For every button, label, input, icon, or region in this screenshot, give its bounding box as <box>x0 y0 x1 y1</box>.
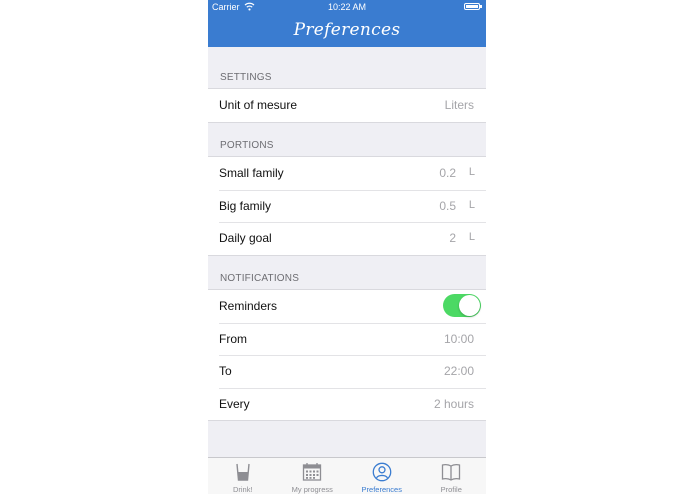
tab-preferences-label: Preferences <box>361 485 402 494</box>
every-row[interactable]: Every 2 hours <box>208 387 486 421</box>
battery-icon <box>464 3 482 10</box>
settings-section-header: SETTINGS <box>220 72 272 83</box>
tab-my-progress-label: My progress <box>291 485 333 494</box>
every-value: 2 hours <box>433 396 474 411</box>
tab-drink-label: Drink! <box>232 485 253 494</box>
notifications-group: Reminders From 10:00 To 22:00 Every 2 ho… <box>208 289 486 421</box>
calendar-icon <box>303 463 322 481</box>
big-family-unit: L <box>468 198 475 211</box>
tab-preferences[interactable]: Preferences <box>347 458 417 494</box>
small-family-row[interactable]: Small family 0.2 L <box>208 157 486 190</box>
book-icon <box>442 464 461 481</box>
status-bar: Carrier 10:22 AM <box>208 0 486 14</box>
daily-goal-unit: L <box>468 231 475 243</box>
unit-of-measure-label: Unit of mesure <box>219 98 298 112</box>
to-row[interactable]: To 22:00 <box>208 355 486 388</box>
tab-my-progress[interactable]: My progress <box>278 458 348 494</box>
to-label: To <box>219 364 232 378</box>
toggle-knob <box>459 295 480 316</box>
notifications-section-header: NOTIFICATIONS <box>220 273 300 284</box>
unit-of-measure-value: Liters <box>444 98 474 112</box>
every-label: Every <box>219 396 250 411</box>
portions-group: Small family 0.2 L Big family 0.5 L Dail… <box>208 156 486 256</box>
small-family-unit: L <box>468 166 475 178</box>
daily-goal-row[interactable]: Daily goal 2 L <box>208 222 486 255</box>
app-screen: Carrier 10:22 AM Preferences SETTINGS Un… <box>208 0 486 494</box>
to-value: 22:00 <box>443 364 474 378</box>
from-value: 10:00 <box>443 331 474 346</box>
big-family-label: Big family <box>219 198 272 213</box>
daily-goal-value: 2 <box>449 231 456 245</box>
big-family-value: 0.5 <box>439 198 456 213</box>
reminders-toggle[interactable] <box>443 294 481 317</box>
user-icon <box>372 462 392 482</box>
daily-goal-label: Daily goal <box>219 231 272 245</box>
settings-group: Unit of mesure Liters <box>208 88 486 123</box>
portions-section-header: PORTIONS <box>220 140 274 151</box>
big-family-row[interactable]: Big family 0.5 L <box>208 189 486 223</box>
tab-profile[interactable]: Profile <box>417 458 487 494</box>
unit-of-measure-row[interactable]: Unit of mesure Liters <box>208 89 486 122</box>
status-time: 10:22 AM <box>327 2 367 12</box>
glass-icon <box>236 463 250 481</box>
from-label: From <box>219 331 247 346</box>
tab-bar: Drink! My progress Preferences Profile <box>208 457 486 494</box>
tab-drink[interactable]: Drink! <box>208 458 278 494</box>
small-family-value: 0.2 <box>439 166 456 180</box>
tab-profile-label: Profile <box>440 485 462 494</box>
from-row[interactable]: From 10:00 <box>208 322 486 356</box>
navigation-bar: Preferences <box>208 14 486 47</box>
reminders-row: Reminders <box>208 290 486 323</box>
small-family-label: Small family <box>219 166 284 180</box>
reminders-label: Reminders <box>219 299 278 313</box>
page-title: Preferences <box>293 20 401 40</box>
